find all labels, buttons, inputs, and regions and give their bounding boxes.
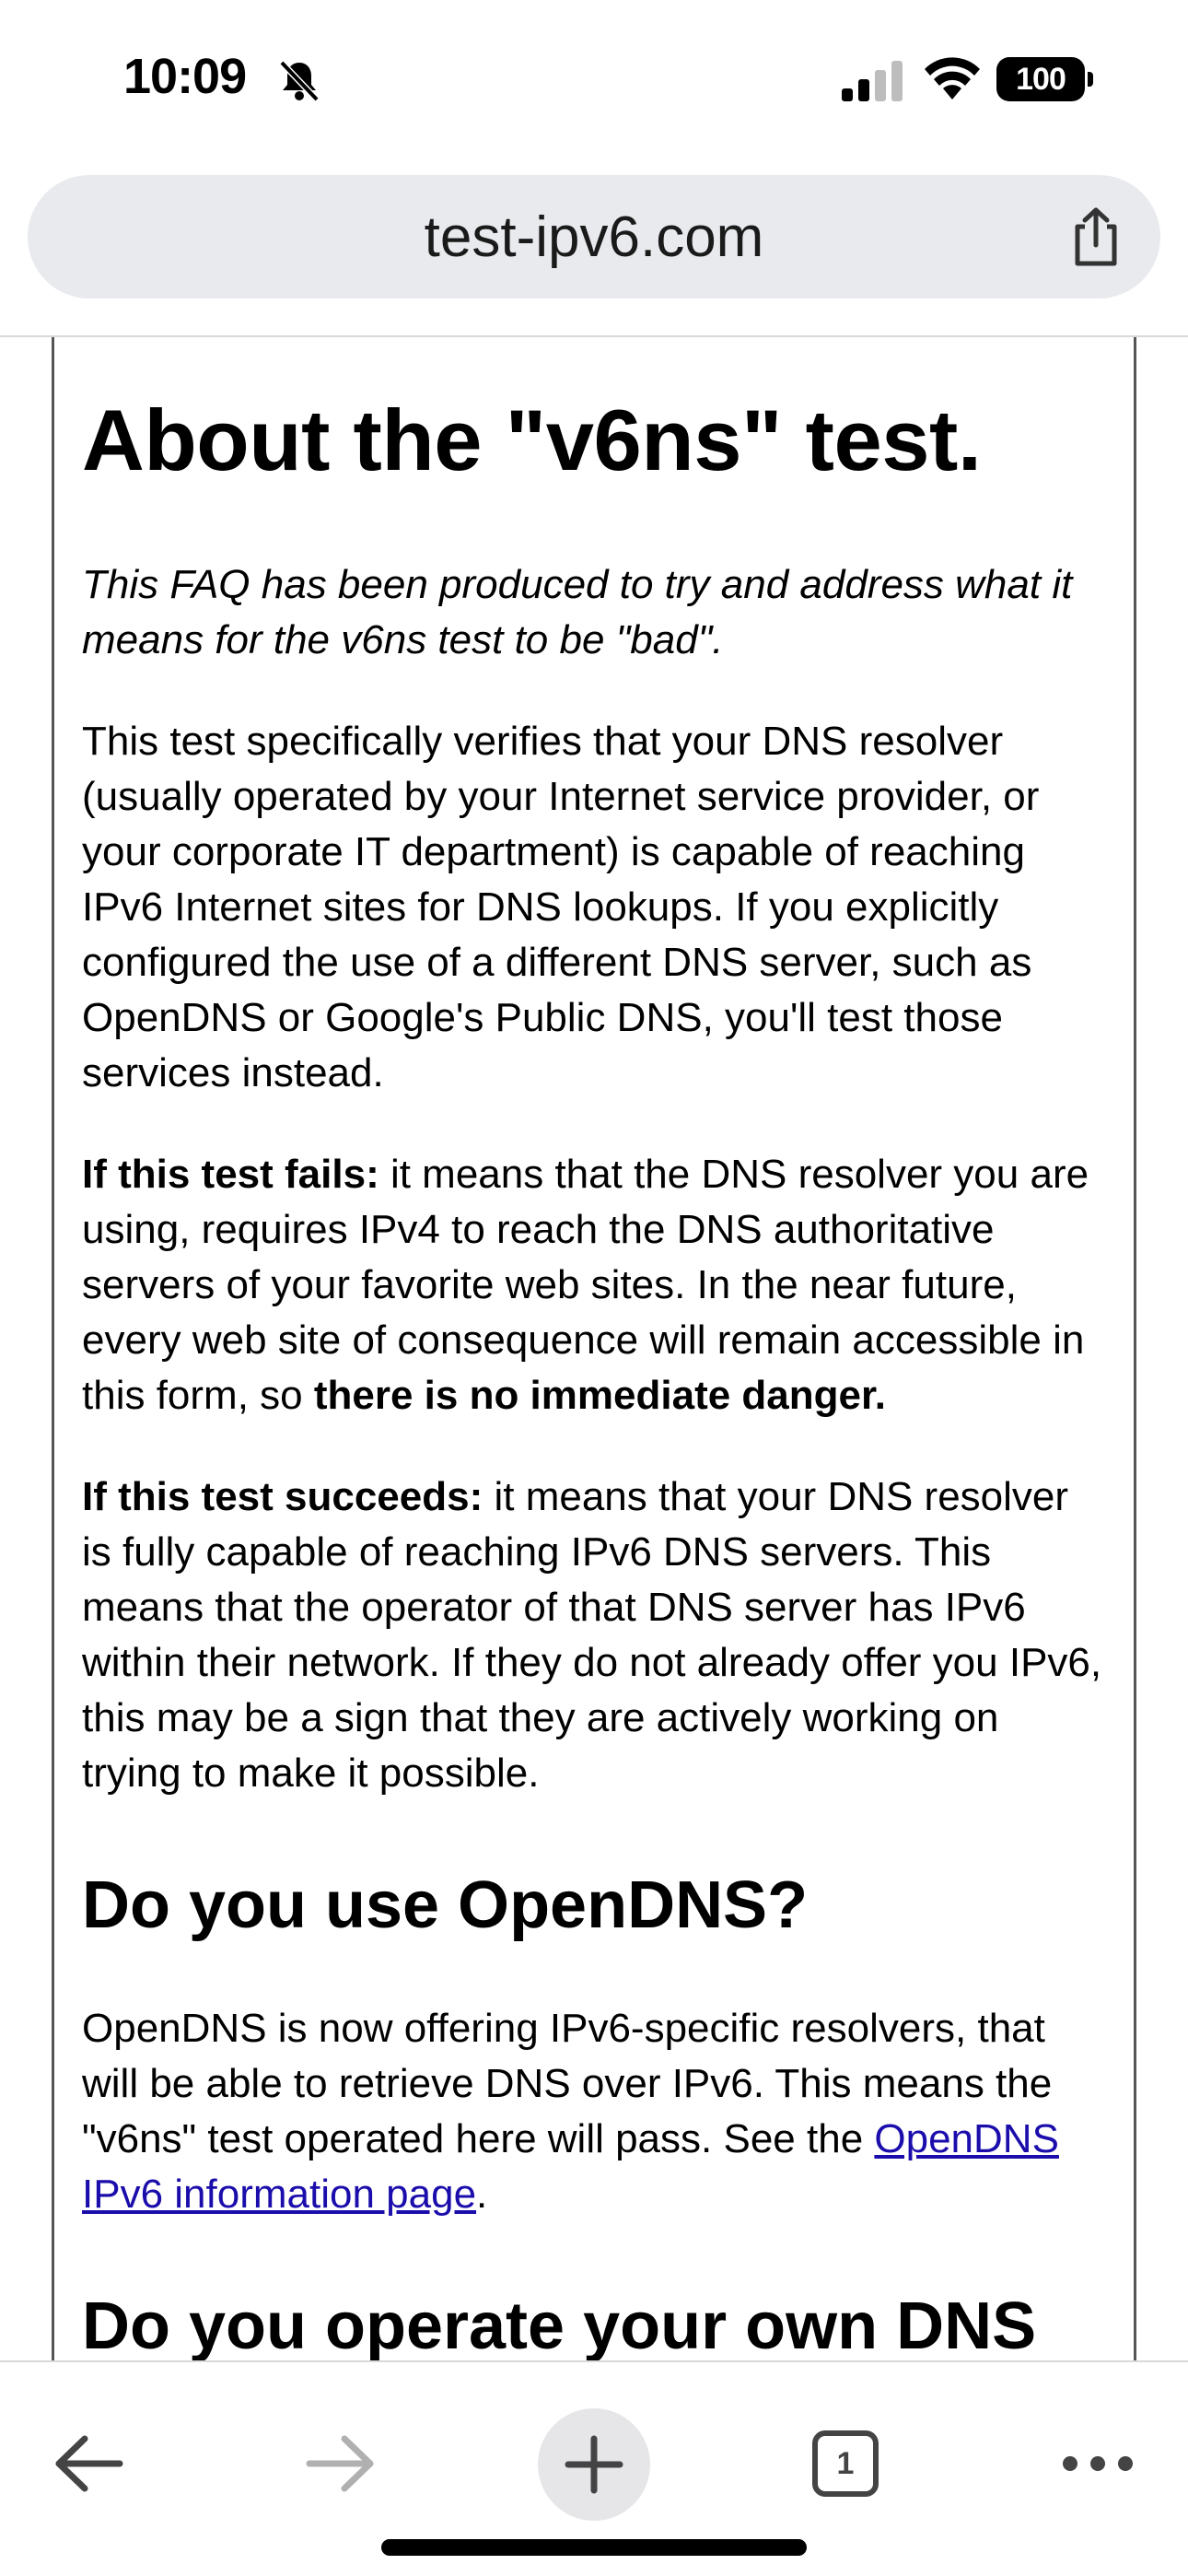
plus-icon	[565, 2435, 623, 2494]
faq-intro: This FAQ has been produced to try and ad…	[82, 562, 1073, 663]
test-succeeds-text: it means that your DNS resolver is fully…	[82, 1474, 1102, 1797]
opendns-end: .	[476, 2171, 488, 2217]
back-button[interactable]	[33, 2408, 144, 2519]
test-fails-label: If this test fails:	[82, 1152, 379, 1198]
wifi-icon	[925, 57, 980, 100]
page-title: About the "v6ns" test.	[82, 392, 982, 488]
test-description: This test specifically verifies that you…	[82, 719, 1040, 1096]
battery-level: 100	[1016, 61, 1066, 97]
home-indicator	[381, 2539, 807, 2556]
battery-icon: 100	[996, 57, 1093, 101]
forward-button[interactable]	[285, 2408, 396, 2519]
article: About the "v6ns" test. This FAQ has been…	[54, 337, 1134, 2362]
tab-switcher-button[interactable]: 1	[790, 2408, 901, 2519]
new-tab-button[interactable]	[538, 2408, 650, 2521]
forward-arrow-icon	[306, 2435, 374, 2492]
test-succeeds-paragraph: If this test succeeds: it means that you…	[82, 1469, 1106, 1801]
more-icon	[1063, 2456, 1133, 2471]
opendns-heading: Do you use OpenDNS?	[82, 1868, 809, 1943]
more-menu-button[interactable]	[1042, 2408, 1153, 2519]
share-icon[interactable]	[1068, 206, 1124, 267]
test-fails-paragraph: If this test fails: it means that the DN…	[82, 1147, 1106, 1423]
no-danger-text: there is no immediate danger.	[313, 1373, 886, 1419]
page-content: About the "v6ns" test. This FAQ has been…	[52, 337, 1136, 2362]
signal-icon	[842, 61, 903, 101]
own-dns-heading: Do you operate your own DNS	[82, 2289, 1037, 2362]
status-time: 10:09	[123, 49, 247, 104]
back-arrow-icon	[55, 2435, 123, 2492]
status-bar: 10:09 100	[0, 0, 1188, 157]
address-bar[interactable]: test-ipv6.com	[28, 175, 1160, 299]
tab-count: 1	[836, 2445, 855, 2481]
test-succeeds-label: If this test succeeds:	[82, 1474, 483, 1520]
opendns-paragraph: OpenDNS is now offering IPv6-specific re…	[82, 2001, 1106, 2222]
bell-slash-icon	[279, 60, 320, 102]
url-domain[interactable]: test-ipv6.com	[28, 175, 1160, 299]
tabs-icon: 1	[812, 2430, 879, 2497]
